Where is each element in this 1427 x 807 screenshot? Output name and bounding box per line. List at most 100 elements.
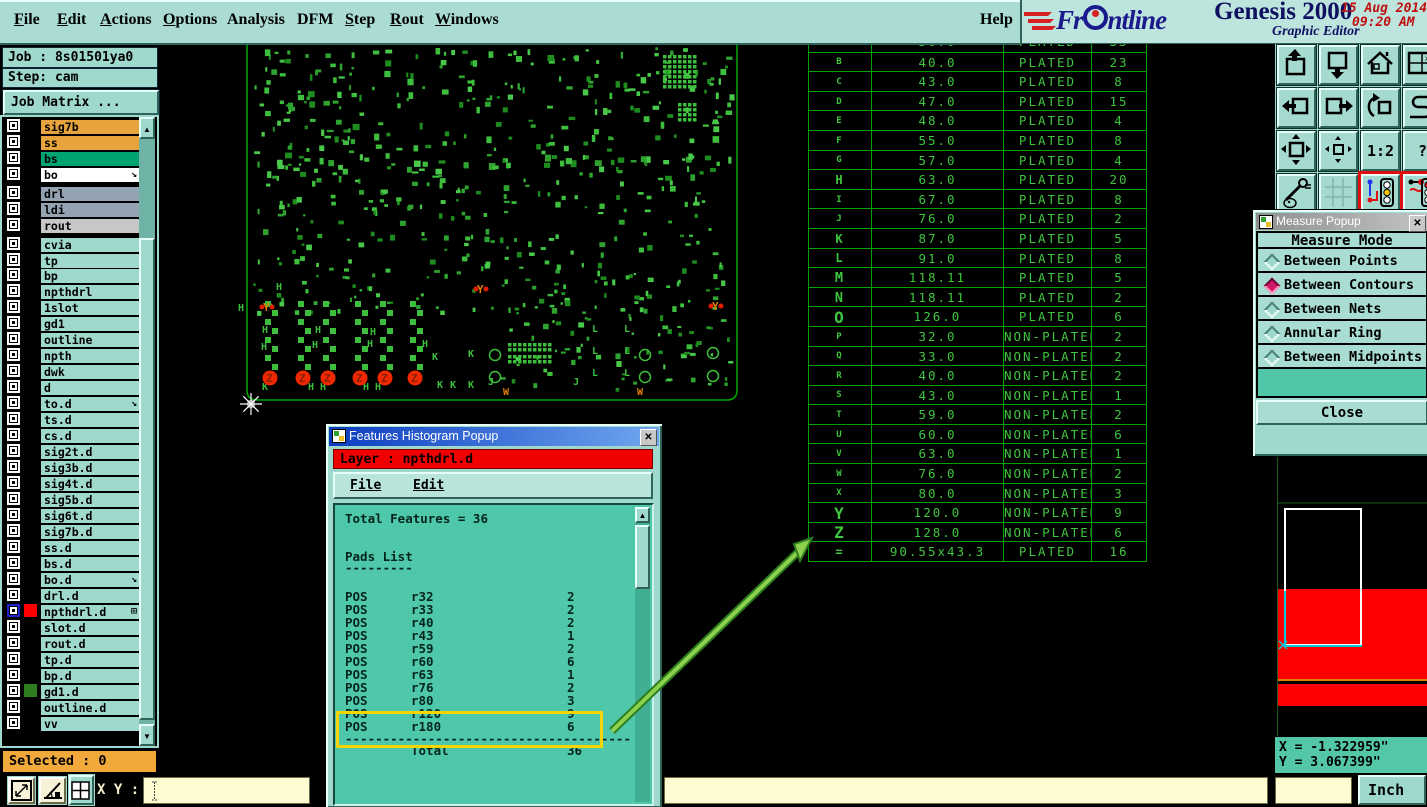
scrollbar-thumb[interactable] bbox=[635, 525, 650, 589]
scroll-down-icon[interactable]: ▼ bbox=[139, 724, 155, 746]
units-dropdown[interactable]: Inch bbox=[1358, 775, 1426, 805]
layer-button-dwk[interactable]: dwk bbox=[40, 364, 140, 381]
aux-field[interactable] bbox=[1275, 777, 1352, 804]
radio-diamond-icon[interactable] bbox=[1263, 253, 1281, 271]
grid-button[interactable] bbox=[1318, 173, 1359, 215]
pan-right-button[interactable] bbox=[1318, 87, 1359, 129]
layer-button-bs[interactable]: bs bbox=[40, 150, 140, 167]
layer-color-swatch[interactable] bbox=[24, 684, 37, 698]
layer-visibility-checkbox[interactable] bbox=[7, 332, 20, 346]
menu-dfm[interactable]: DFM bbox=[297, 11, 333, 29]
pan-left-button[interactable] bbox=[1276, 87, 1317, 129]
layer-button-rout[interactable]: rout bbox=[40, 217, 140, 234]
layer-button-bs.d[interactable]: bs.d bbox=[40, 556, 140, 573]
measure-option-annular-ring[interactable]: Annular Ring bbox=[1256, 319, 1427, 345]
layer-visibility-checkbox[interactable] bbox=[7, 668, 20, 682]
layer-visibility-checkbox[interactable] bbox=[7, 217, 20, 231]
close-icon[interactable]: ✕ bbox=[1409, 215, 1426, 232]
radio-diamond-icon[interactable] bbox=[1263, 301, 1281, 319]
layer-visibility-checkbox[interactable] bbox=[7, 444, 20, 458]
radio-diamond-icon[interactable] bbox=[1263, 325, 1281, 343]
layer-visibility-checkbox[interactable] bbox=[7, 476, 20, 490]
layer-visibility-checkbox[interactable] bbox=[7, 150, 20, 164]
route-path-button[interactable] bbox=[1402, 87, 1427, 129]
menu-analysis[interactable]: Analysis bbox=[227, 11, 285, 29]
layer-button-npthdrl.d[interactable]: npthdrl.d ⊞ bbox=[40, 604, 140, 621]
zoom-window-down-button[interactable] bbox=[1318, 44, 1359, 86]
layer-button-bo.d[interactable]: bo.d ↘ bbox=[40, 572, 140, 589]
layer-visibility-checkbox[interactable] bbox=[7, 492, 20, 506]
layer-button-vv[interactable]: vv bbox=[40, 716, 140, 733]
layer-visibility-checkbox[interactable] bbox=[7, 268, 20, 282]
radio-diamond-icon[interactable] bbox=[1263, 277, 1281, 295]
layer-visibility-checkbox[interactable] bbox=[7, 119, 20, 132]
layer-visibility-checkbox[interactable] bbox=[7, 588, 20, 602]
layer-button-sig4t.d[interactable]: sig4t.d bbox=[40, 476, 140, 493]
layer-visibility-checkbox[interactable] bbox=[7, 364, 20, 378]
layer-visibility-checkbox[interactable] bbox=[7, 508, 20, 522]
layer-button-ss[interactable]: ss bbox=[40, 134, 140, 151]
layer-button-d[interactable]: d bbox=[40, 380, 140, 397]
layer-visibility-checkbox[interactable] bbox=[7, 572, 20, 586]
layer-visibility-checkbox[interactable] bbox=[7, 134, 20, 148]
radio-diamond-icon[interactable] bbox=[1263, 349, 1281, 367]
measure-option-between-contours[interactable]: Between Contours bbox=[1256, 271, 1427, 297]
menu-file[interactable]: File bbox=[14, 11, 40, 29]
layer-visibility-checkbox[interactable] bbox=[7, 652, 20, 666]
tools-settings-button[interactable] bbox=[1276, 173, 1317, 215]
layer-visibility-checkbox[interactable] bbox=[7, 252, 20, 266]
layer-visibility-checkbox[interactable] bbox=[7, 620, 20, 634]
zoom-extents-button[interactable] bbox=[1276, 130, 1317, 172]
layer-button-sig5b.d[interactable]: sig5b.d bbox=[40, 492, 140, 509]
layer-button-outline[interactable]: outline bbox=[40, 332, 140, 349]
layer-button-rout.d[interactable]: rout.d bbox=[40, 636, 140, 653]
popup-title-bar[interactable]: Measure Popup ✕ bbox=[1256, 213, 1427, 232]
measure-angle-button[interactable] bbox=[38, 776, 67, 805]
close-icon[interactable]: ✕ bbox=[640, 429, 657, 446]
layer-visibility-checkbox[interactable] bbox=[7, 284, 20, 298]
layer-button-slot.d[interactable]: slot.d bbox=[40, 620, 140, 637]
zoom-window-up-button[interactable] bbox=[1276, 44, 1317, 86]
layer-color-swatch[interactable] bbox=[24, 604, 37, 618]
menu-step[interactable]: Step bbox=[345, 11, 375, 29]
xy-input[interactable] bbox=[143, 777, 310, 804]
net-highlight-b-button[interactable] bbox=[1400, 171, 1427, 217]
layer-button-tp.d[interactable]: tp.d bbox=[40, 652, 140, 669]
layer-button-ss.d[interactable]: ss.d bbox=[40, 540, 140, 557]
layer-button-tp[interactable]: tp bbox=[40, 252, 140, 269]
layer-button-gd1.d[interactable]: gd1.d bbox=[40, 684, 140, 701]
layer-visibility-checkbox[interactable] bbox=[7, 300, 20, 314]
layer-visibility-checkbox[interactable] bbox=[7, 236, 20, 250]
layer-button-drl[interactable]: drl bbox=[40, 185, 140, 202]
layer-list-scrollbar[interactable]: ▲ ▼ bbox=[139, 117, 155, 746]
layer-button-ts.d[interactable]: ts.d bbox=[40, 412, 140, 429]
layer-visibility-checkbox[interactable] bbox=[7, 316, 20, 330]
layer-visibility-checkbox[interactable] bbox=[7, 636, 20, 650]
layer-visibility-checkbox[interactable] bbox=[7, 185, 20, 199]
scrollbar-thumb[interactable] bbox=[139, 238, 155, 720]
popup-scrollbar[interactable]: ▲ bbox=[635, 507, 650, 802]
layer-button-bp[interactable]: bp bbox=[40, 268, 140, 285]
layer-visibility-checkbox[interactable] bbox=[7, 396, 20, 410]
scroll-up-icon[interactable]: ▲ bbox=[635, 507, 650, 523]
layer-visibility-checkbox[interactable] bbox=[7, 716, 20, 730]
home-view-button[interactable] bbox=[1360, 44, 1401, 86]
layer-button-sig7b[interactable]: sig7b bbox=[40, 119, 140, 135]
close-button[interactable]: Close bbox=[1256, 400, 1427, 425]
layer-button-sig6t.d[interactable]: sig6t.d bbox=[40, 508, 140, 525]
popup-menu-file[interactable]: File bbox=[350, 478, 381, 493]
menu-rout[interactable]: Rout bbox=[390, 11, 424, 29]
layer-visibility-checkbox[interactable] bbox=[7, 201, 20, 215]
layer-visibility-checkbox[interactable] bbox=[7, 524, 20, 538]
layer-button-ldi[interactable]: ldi bbox=[40, 201, 140, 218]
layer-button-outline.d[interactable]: outline.d bbox=[40, 700, 140, 717]
popup-title-bar[interactable]: Features Histogram Popup ✕ bbox=[329, 427, 659, 446]
layer-visibility-checkbox[interactable] bbox=[7, 540, 20, 554]
window-xy-button[interactable]: XY bbox=[1402, 44, 1427, 86]
layer-button-npthdrl[interactable]: npthdrl bbox=[40, 284, 140, 301]
board-overview-panel[interactable] bbox=[1277, 455, 1427, 736]
menu-edit[interactable]: Edit bbox=[57, 11, 86, 29]
pan-center-button[interactable] bbox=[1318, 130, 1359, 172]
measure-option-between-points[interactable]: Between Points bbox=[1256, 247, 1427, 273]
layer-button-gd1[interactable]: gd1 bbox=[40, 316, 140, 333]
